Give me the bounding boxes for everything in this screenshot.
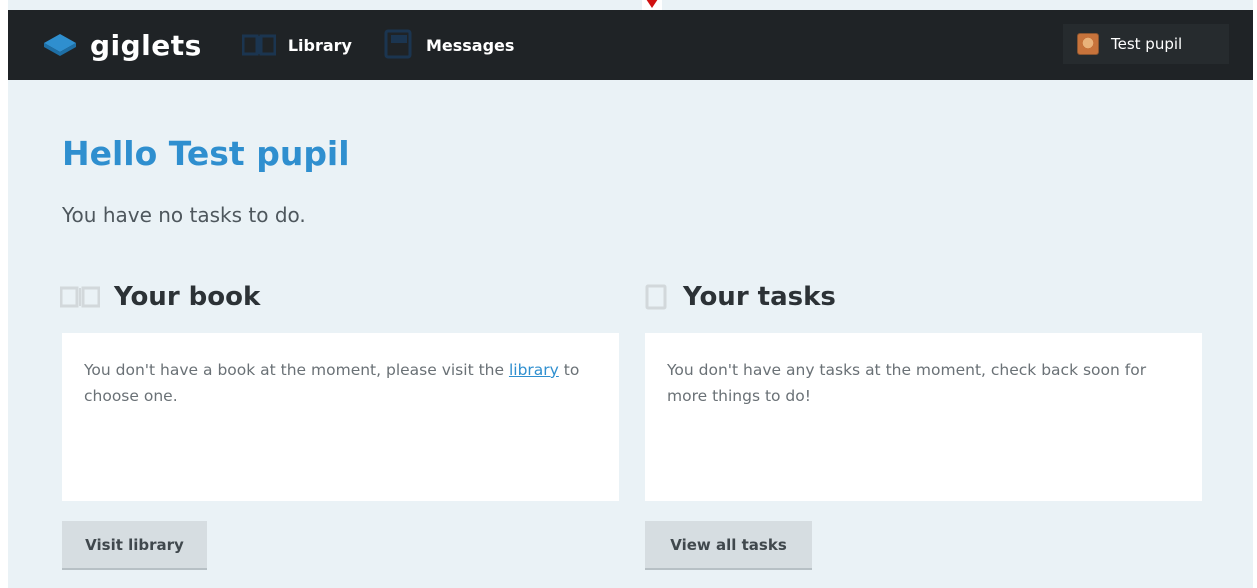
tasks-icon xyxy=(645,284,669,310)
your-tasks-heading: Your tasks xyxy=(645,282,836,312)
user-name: Test pupil xyxy=(1111,35,1183,53)
brand-logo[interactable]: giglets xyxy=(42,29,202,62)
nav-item-messages[interactable]: Messages xyxy=(384,29,514,61)
giglets-logo-icon xyxy=(44,34,76,56)
top-navbar: giglets Library Messages Test pupil xyxy=(8,10,1253,80)
book-message-text: You don't have a book at the moment, ple… xyxy=(84,361,505,379)
avatar xyxy=(1077,33,1099,55)
message-icon xyxy=(384,29,414,61)
library-link[interactable]: library xyxy=(509,361,559,379)
tasks-message-text: You don't have any tasks at the moment, … xyxy=(667,361,1147,405)
view-all-tasks-button[interactable]: View all tasks xyxy=(645,521,812,570)
book-panel: You don't have a book at the moment, ple… xyxy=(62,333,619,501)
visit-library-button[interactable]: Visit library xyxy=(62,521,207,570)
brand-name: giglets xyxy=(90,28,202,62)
your-book-heading: Your book xyxy=(60,282,260,312)
section-title-text: Your tasks xyxy=(683,282,836,312)
book-icon xyxy=(60,286,100,308)
nav-item-library[interactable]: Library xyxy=(241,34,352,56)
page-title: Hello Test pupil xyxy=(62,134,350,173)
book-open-icon xyxy=(241,34,276,56)
nav-item-label: Messages xyxy=(425,35,515,55)
drop-marker-icon xyxy=(642,0,662,10)
nav-item-label: Library xyxy=(287,35,352,55)
task-status-text: You have no tasks to do. xyxy=(62,203,306,227)
section-title-text: Your book xyxy=(114,282,261,312)
user-menu[interactable]: Test pupil xyxy=(1063,24,1229,64)
tasks-panel: You don't have any tasks at the moment, … xyxy=(645,333,1202,501)
